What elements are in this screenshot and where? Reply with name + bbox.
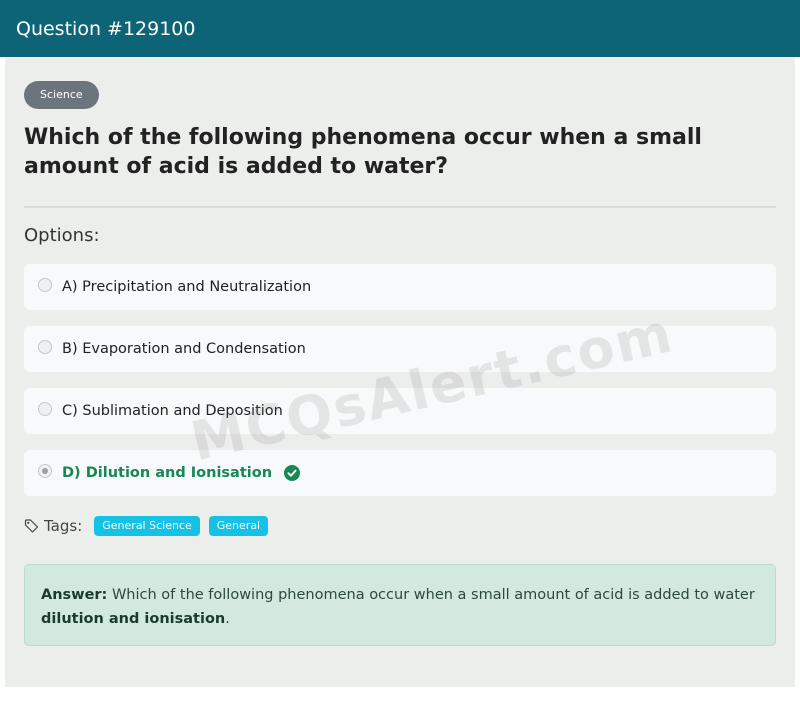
question-number-title: Question #129100 — [16, 17, 196, 40]
option-label: B) Evaporation and Condensation — [62, 341, 306, 357]
option-a[interactable]: A) Precipitation and Neutralization — [24, 264, 776, 310]
tag-icon — [24, 519, 39, 533]
radio-icon[interactable] — [38, 402, 52, 416]
option-label: A) Precipitation and Neutralization — [62, 279, 312, 295]
radio-icon[interactable] — [38, 464, 52, 478]
option-c[interactable]: C) Sublimation and Deposition — [24, 388, 776, 434]
tag-general-science[interactable]: General Science — [94, 516, 200, 536]
answer-box: Answer: Which of the following phenomena… — [24, 564, 776, 646]
options-heading: Options: — [24, 225, 100, 246]
tag-general[interactable]: General — [208, 516, 269, 536]
answer-prefix: Answer: — [41, 587, 108, 603]
option-label: D) Dilution and Ionisation — [62, 465, 273, 481]
answer-value: dilution and ionisation — [41, 611, 226, 627]
tags-row: Tags: General Science General — [24, 514, 277, 538]
page-header: Question #129100 — [0, 0, 800, 57]
category-badge[interactable]: Science — [24, 81, 99, 109]
option-d[interactable]: D) Dilution and Ionisation — [24, 450, 776, 496]
radio-icon[interactable] — [38, 278, 52, 292]
option-b[interactable]: B) Evaporation and Condensation — [24, 326, 776, 372]
option-label: C) Sublimation and Deposition — [62, 403, 283, 419]
divider — [24, 206, 776, 208]
answer-suffix: . — [225, 611, 230, 627]
question-text: Which of the following phenomena occur w… — [24, 125, 702, 179]
radio-icon[interactable] — [38, 340, 52, 354]
tags-label: Tags: — [44, 517, 83, 535]
check-circle-icon — [284, 465, 301, 481]
answer-question-text: Which of the following phenomena occur w… — [111, 587, 755, 603]
question-card: Science Which of the following phenomena… — [5, 57, 795, 687]
